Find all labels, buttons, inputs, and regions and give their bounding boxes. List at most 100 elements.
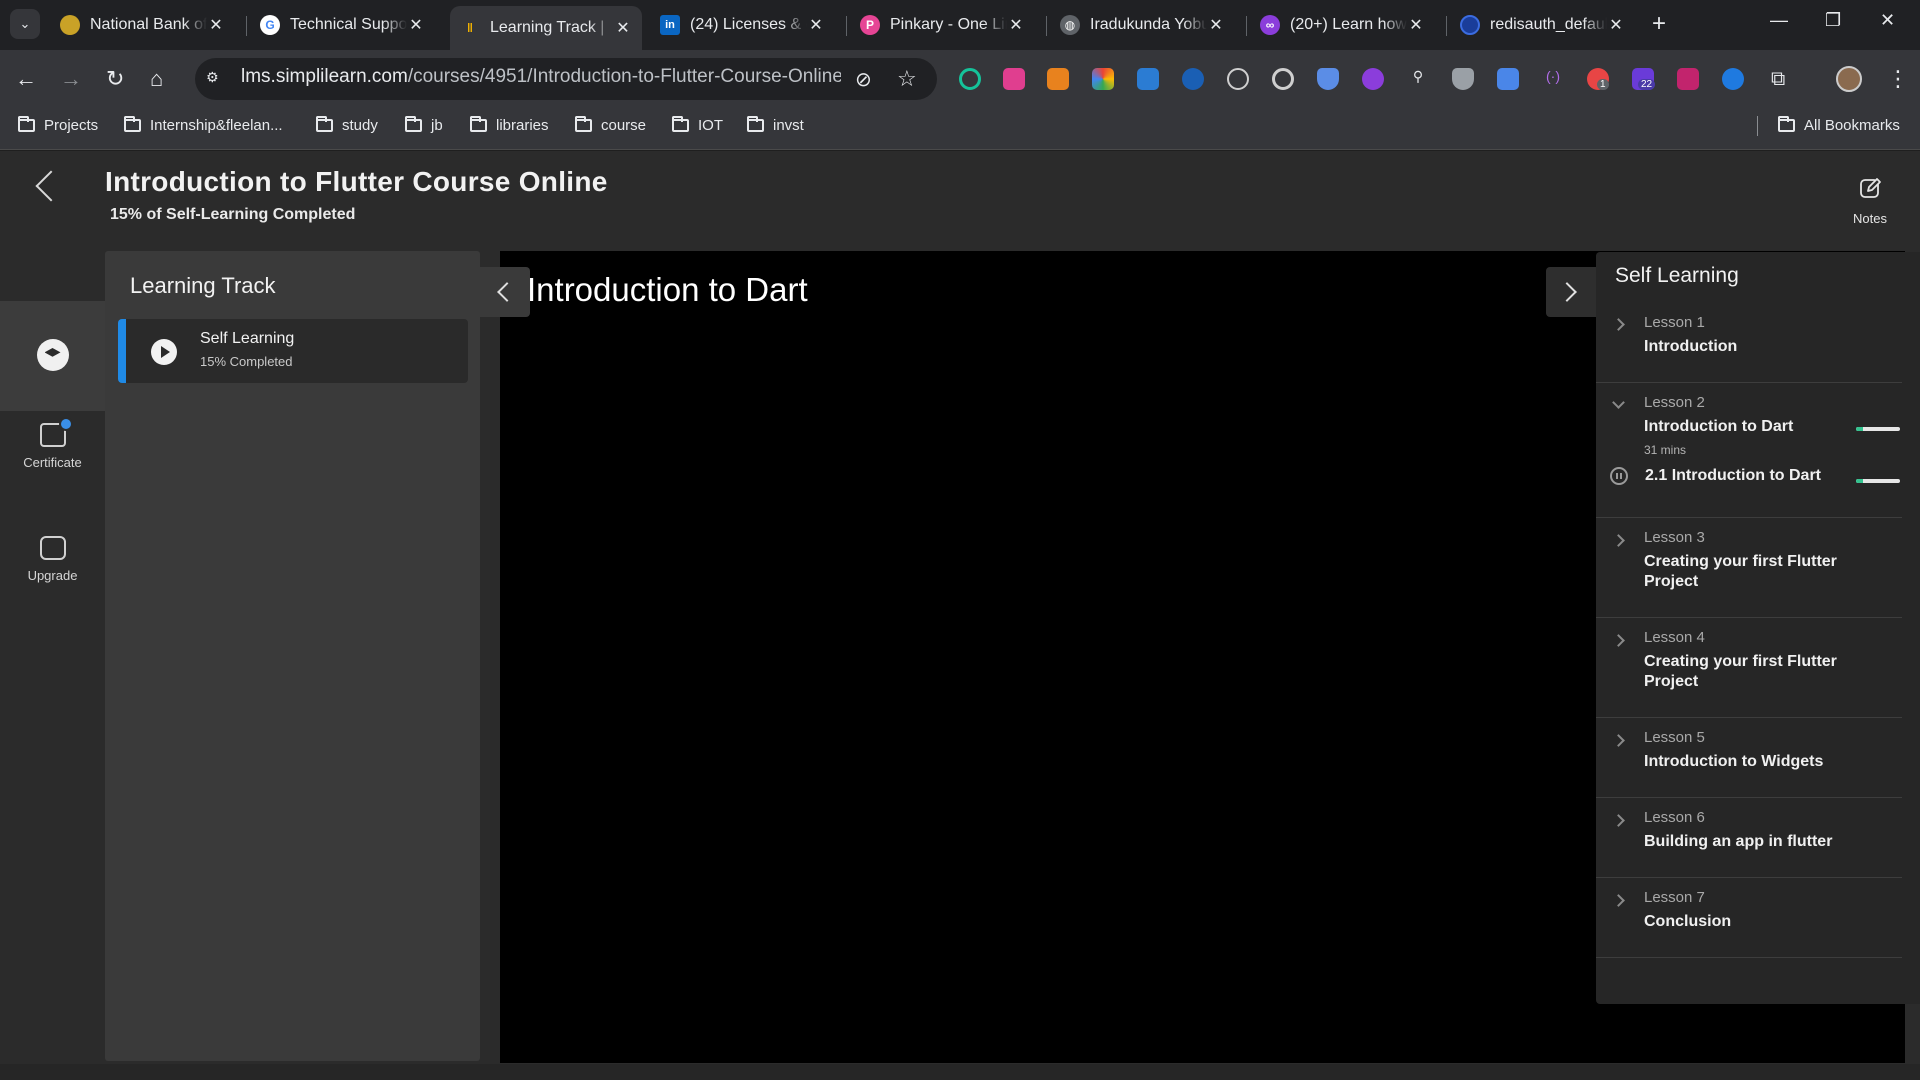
- lesson-2[interactable]: Lesson 2 Introduction to Dart 31 mins 2.…: [1596, 383, 1902, 518]
- rail-learning-track[interactable]: [0, 301, 105, 411]
- self-learning-card[interactable]: Self Learning 15% Completed: [118, 319, 468, 383]
- rail-upgrade[interactable]: Upgrade: [0, 536, 105, 583]
- close-tab-icon[interactable]: ✕: [614, 18, 632, 38]
- rail-certificate[interactable]: Certificate: [0, 417, 105, 470]
- screen-recorder-icon[interactable]: [1003, 68, 1025, 90]
- syllabus-panel: Self Learning Lesson 1 Introduction Less…: [1596, 252, 1920, 1004]
- new-tab-button[interactable]: +: [1652, 11, 1666, 37]
- card-subtitle: 15% Completed: [200, 354, 293, 369]
- check-extension-icon[interactable]: [1182, 68, 1204, 90]
- badge-extension-icon[interactable]: 1: [1587, 68, 1609, 90]
- key-extension-icon[interactable]: ⚲: [1407, 68, 1429, 90]
- bookmark-internship[interactable]: Internship&fleelan...: [124, 116, 283, 134]
- bookmark-invst[interactable]: invst: [747, 116, 804, 134]
- url-text[interactable]: lms.simplilearn.com/courses/4951/Introdu…: [241, 66, 841, 88]
- close-tab-icon[interactable]: ✕: [807, 15, 825, 35]
- tab-national-bank[interactable]: National Bank of ✕: [50, 6, 235, 44]
- tab-pinkary[interactable]: P Pinkary - One Lir ✕: [850, 6, 1035, 44]
- minimize-button[interactable]: —: [1770, 10, 1788, 31]
- lesson-number: Lesson 7: [1644, 889, 1705, 906]
- extensions-puzzle-icon[interactable]: ⧉: [1771, 66, 1785, 92]
- tab-divider: [846, 16, 847, 36]
- certificate-icon: [39, 417, 73, 447]
- bookmark-libraries[interactable]: libraries: [470, 116, 549, 134]
- bookmark-course[interactable]: course: [575, 116, 646, 134]
- download-extension-icon[interactable]: [1677, 68, 1699, 90]
- bookmark-study[interactable]: study: [316, 116, 378, 134]
- tab-linkedin[interactable]: in (24) Licenses & c ✕: [650, 6, 835, 44]
- lesson-progress-bar: [1856, 427, 1900, 431]
- docs-extension-icon[interactable]: [1497, 68, 1519, 90]
- eye-off-icon[interactable]: ⊘: [855, 67, 872, 93]
- collapse-panel-button[interactable]: [480, 267, 530, 317]
- tab-technical-support[interactable]: G Technical Suppor ✕: [250, 6, 435, 44]
- close-tab-icon[interactable]: ✕: [207, 15, 225, 35]
- lesson-7[interactable]: Lesson 7 Conclusion: [1596, 878, 1902, 958]
- tab-divider: [246, 16, 247, 36]
- tab-redisauth[interactable]: redisauth_defaul ✕: [1450, 6, 1635, 44]
- tab-search-button[interactable]: ⌄: [10, 9, 40, 39]
- lesson-6[interactable]: Lesson 6 Building an app in flutter: [1596, 798, 1902, 878]
- metamask-icon[interactable]: [1047, 68, 1069, 90]
- lesson-4[interactable]: Lesson 4 Creating your first Flutter Pro…: [1596, 618, 1902, 718]
- close-tab-icon[interactable]: ✕: [1007, 15, 1025, 35]
- folder-icon: [1778, 116, 1795, 132]
- folder-icon: [575, 116, 592, 132]
- close-tab-icon[interactable]: ✕: [1407, 15, 1425, 35]
- bookmark-iot[interactable]: IOT: [672, 116, 723, 134]
- close-tab-icon[interactable]: ✕: [407, 15, 425, 35]
- tab-learn-how[interactable]: ∞ (20+) Learn how ✕: [1250, 6, 1435, 44]
- grammarly-icon[interactable]: [959, 68, 981, 90]
- ai-extension-icon[interactable]: [1362, 68, 1384, 90]
- next-button[interactable]: [1546, 267, 1596, 317]
- close-tab-icon[interactable]: ✕: [1607, 15, 1625, 35]
- tab-learning-track[interactable]: ‖ Learning Track | ✕: [450, 6, 642, 50]
- lesson-3[interactable]: Lesson 3 Creating your first Flutter Pro…: [1596, 518, 1902, 618]
- redis-favicon-icon: [1460, 15, 1480, 35]
- react-devtools-icon[interactable]: [1227, 68, 1249, 90]
- bookmark-star-icon[interactable]: ☆: [897, 66, 917, 92]
- notes-button[interactable]: Notes: [1845, 176, 1895, 226]
- back-arrow-icon[interactable]: [35, 170, 67, 202]
- lesson-name: Introduction to Dart: [1644, 418, 1794, 435]
- community-favicon-icon: ∞: [1260, 15, 1280, 35]
- badge22-extension-icon[interactable]: 22: [1632, 68, 1656, 90]
- lesson-1[interactable]: Lesson 1 Introduction: [1596, 302, 1902, 383]
- lesson-5[interactable]: Lesson 5 Introduction to Widgets: [1596, 718, 1902, 798]
- shield-extension-icon[interactable]: [1317, 68, 1339, 90]
- tab-iradukunda[interactable]: ◍ Iradukunda Yobu ✕: [1050, 6, 1235, 44]
- restore-button[interactable]: ❐: [1825, 10, 1841, 31]
- menu-kebab-icon[interactable]: ⋮: [1887, 66, 1909, 92]
- privacy-shield-icon[interactable]: [1452, 68, 1474, 90]
- reload-icon[interactable]: ↻: [106, 66, 124, 92]
- bookmark-jb[interactable]: jb: [405, 116, 443, 134]
- chevron-right-icon: [1612, 534, 1625, 547]
- site-info-icon[interactable]: ⚙: [206, 69, 226, 89]
- color-picker-icon[interactable]: [1092, 68, 1114, 90]
- shazam-icon[interactable]: [1722, 68, 1744, 90]
- target-extension-icon[interactable]: [1272, 68, 1294, 90]
- all-bookmarks[interactable]: All Bookmarks: [1778, 116, 1900, 134]
- forward-icon[interactable]: →: [60, 66, 82, 92]
- fi-extension-icon[interactable]: [1137, 68, 1159, 90]
- sub-lesson-2-1[interactable]: 2.1 Introduction to Dart: [1645, 467, 1821, 485]
- lesson-number: Lesson 4: [1644, 629, 1705, 646]
- folder-icon: [18, 116, 35, 132]
- folder-icon: [405, 116, 422, 132]
- home-icon[interactable]: ⌂: [150, 66, 163, 92]
- wave-extension-icon[interactable]: (·): [1542, 68, 1564, 90]
- close-tab-icon[interactable]: ✕: [1207, 15, 1225, 35]
- chevron-right-icon: [1612, 634, 1625, 647]
- simplilearn-favicon-icon: ‖: [467, 21, 473, 35]
- card-title: Self Learning: [200, 330, 295, 347]
- back-icon[interactable]: ←: [15, 66, 37, 92]
- lesson-name: Introduction to Widgets: [1644, 753, 1824, 770]
- pause-icon[interactable]: [1610, 467, 1628, 485]
- bookmark-projects[interactable]: Projects: [18, 116, 98, 134]
- lesson-number: Lesson 6: [1644, 809, 1705, 826]
- course-page: Introduction to Flutter Course Online 15…: [0, 151, 1920, 1080]
- close-window-button[interactable]: ✕: [1880, 10, 1895, 31]
- profile-avatar[interactable]: [1836, 66, 1862, 92]
- sub-lesson-progress-bar: [1856, 479, 1900, 483]
- folder-icon: [316, 116, 333, 132]
